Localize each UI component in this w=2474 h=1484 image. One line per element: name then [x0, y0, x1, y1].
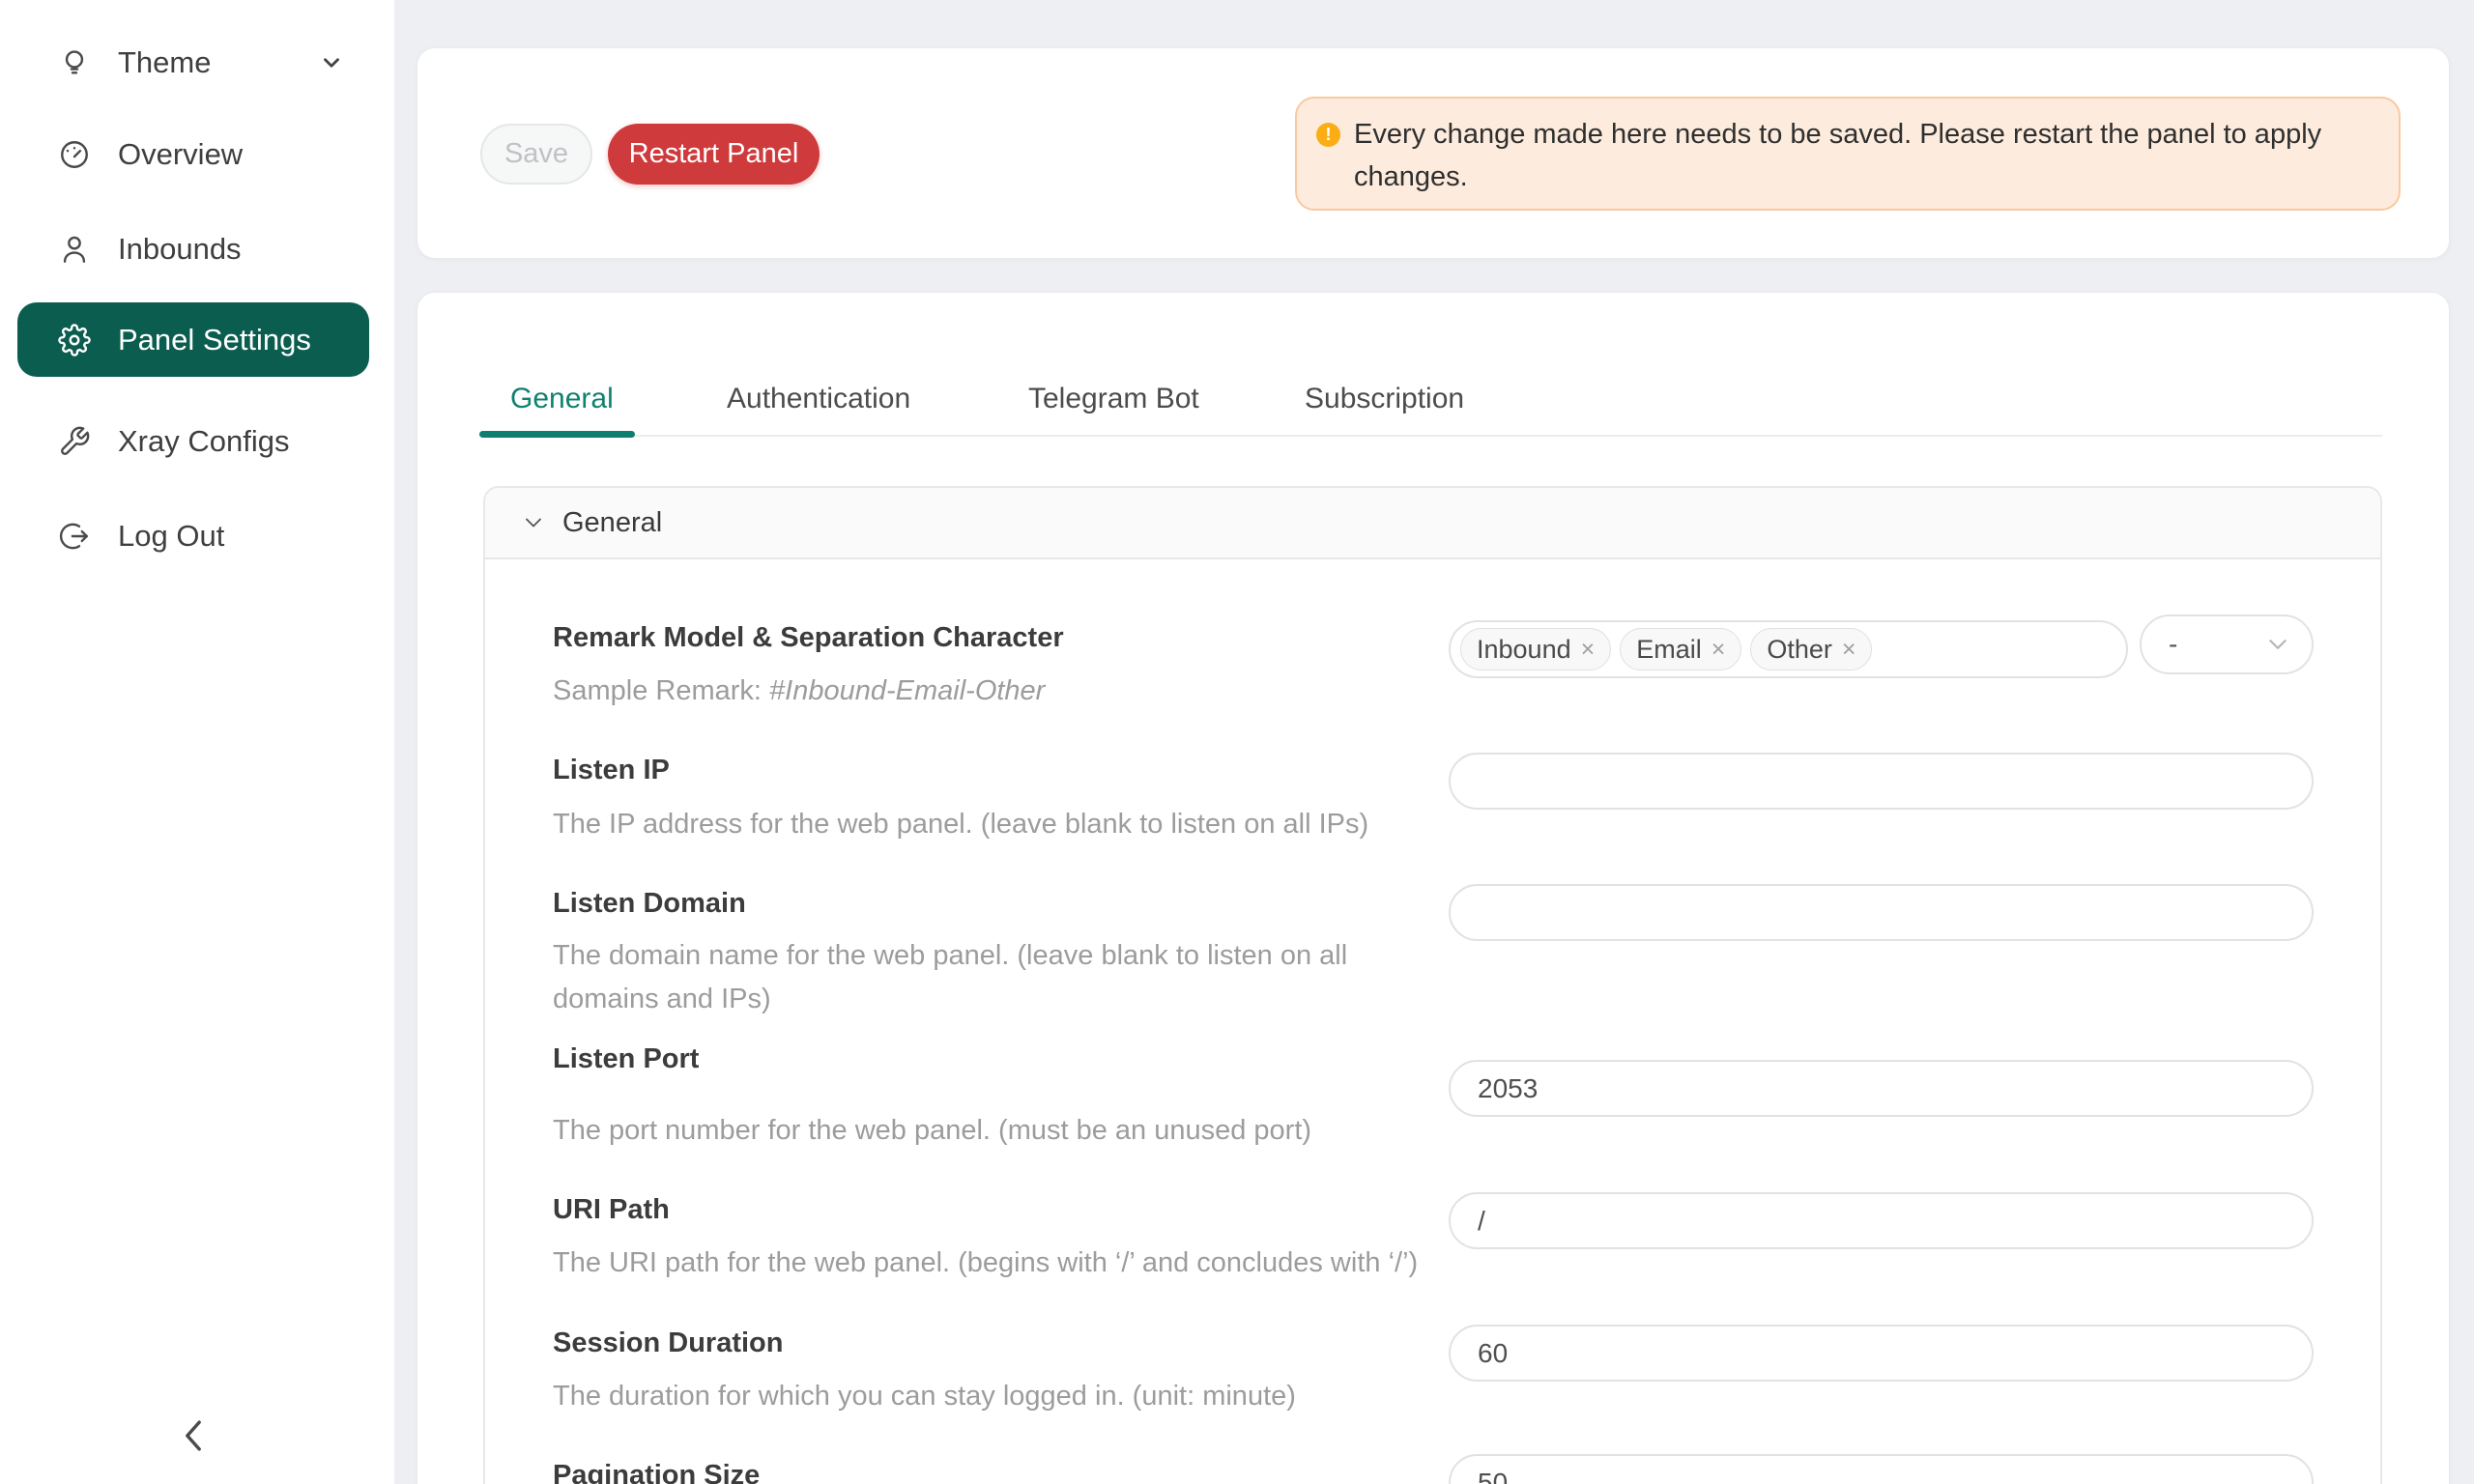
restart-panel-button[interactable]: Restart Panel: [608, 124, 820, 185]
sidebar-item-log-out[interactable]: Log Out: [17, 505, 369, 567]
listen-ip-input[interactable]: [1449, 753, 2314, 810]
separation-character-select[interactable]: -: [2140, 614, 2314, 674]
uri-path-input[interactable]: [1449, 1192, 2314, 1249]
settings-card: General Authentication Telegram Bot Subs…: [417, 293, 2449, 1484]
field-label-uri-path: URI Path: [553, 1190, 670, 1229]
listen-domain-input[interactable]: [1449, 884, 2314, 941]
field-label-session-duration: Session Duration: [553, 1324, 784, 1362]
user-icon: [58, 233, 91, 266]
alert-message: Every change made here needs to be saved…: [1354, 113, 2370, 198]
tab-authentication[interactable]: Authentication: [727, 380, 910, 418]
general-section-panel: General Remark Model & Separation Charac…: [483, 486, 2382, 1484]
sidebar-item-label: Overview: [118, 137, 243, 172]
selected-separator: -: [2169, 629, 2177, 660]
field-label-listen-ip: Listen IP: [553, 751, 670, 789]
sample-remark-prefix: Sample Remark:: [553, 675, 762, 706]
field-label-pagination-size: Pagination Size: [553, 1456, 760, 1484]
sidebar-item-theme[interactable]: Theme: [17, 32, 369, 94]
sidebar-item-label: Panel Settings: [118, 323, 311, 357]
tag-other: Other ×: [1750, 628, 1872, 671]
sidebar-item-xray-configs[interactable]: Xray Configs: [17, 411, 369, 472]
field-desc-session-duration: The duration for which you can stay logg…: [553, 1375, 1296, 1418]
tab-subscription[interactable]: Subscription: [1305, 380, 1464, 418]
active-tab-indicator: [479, 431, 635, 438]
field-label-remark-model: Remark Model & Separation Character: [553, 618, 1064, 657]
warning-exclamation-icon: !: [1316, 123, 1340, 147]
gear-icon: [58, 324, 91, 357]
sidebar-item-label: Log Out: [118, 519, 224, 554]
section-title: General: [562, 507, 662, 539]
sidebar-item-label: Xray Configs: [118, 424, 289, 459]
field-label-listen-domain: Listen Domain: [553, 884, 746, 923]
sidebar-collapse-button[interactable]: [170, 1413, 216, 1459]
sidebar-item-panel-settings[interactable]: Panel Settings: [17, 302, 369, 377]
tag-label: Inbound: [1477, 635, 1571, 665]
pagination-size-input[interactable]: [1449, 1454, 2314, 1484]
toolbar-card: Save Restart Panel ! Every change made h…: [417, 48, 2449, 258]
remark-model-tags-input[interactable]: Inbound × Email × Other ×: [1449, 620, 2128, 678]
session-duration-input[interactable]: [1449, 1325, 2314, 1382]
tag-email: Email ×: [1620, 628, 1741, 671]
sidebar-item-label: Theme: [118, 45, 211, 80]
chevron-down-icon: [2265, 632, 2290, 657]
chevron-down-icon: [522, 511, 545, 534]
tag-inbound: Inbound ×: [1460, 628, 1611, 671]
field-desc-listen-port: The port number for the web panel. (must…: [553, 1109, 1311, 1153]
field-label-listen-port: Listen Port: [553, 1040, 699, 1078]
restart-warning-alert: ! Every change made here needs to be sav…: [1295, 97, 2401, 211]
sample-remark-value: #Inbound-Email-Other: [769, 675, 1045, 706]
logout-icon: [58, 520, 91, 553]
save-button[interactable]: Save: [480, 124, 592, 185]
field-desc-listen-ip: The IP address for the web panel. (leave…: [553, 803, 1368, 846]
tag-remove-icon[interactable]: ×: [1842, 638, 1856, 662]
wrench-icon: [58, 425, 91, 458]
lightbulb-icon: [58, 46, 91, 79]
sidebar-item-label: Inbounds: [118, 232, 242, 267]
tab-telegram-bot[interactable]: Telegram Bot: [1028, 380, 1199, 418]
tab-bar-divider: [483, 435, 2382, 437]
tag-label: Other: [1767, 635, 1832, 665]
tag-label: Email: [1636, 635, 1702, 665]
sidebar-item-inbounds[interactable]: Inbounds: [17, 218, 369, 280]
general-section-header[interactable]: General: [485, 488, 2380, 559]
tag-remove-icon[interactable]: ×: [1712, 638, 1726, 662]
field-desc-uri-path: The URI path for the web panel. (begins …: [553, 1241, 1418, 1285]
tab-general[interactable]: General: [510, 380, 614, 418]
tag-remove-icon[interactable]: ×: [1581, 638, 1596, 662]
field-desc-remark-model: Sample Remark: #Inbound-Email-Other: [553, 670, 1045, 713]
chevron-down-icon: [319, 50, 344, 75]
gauge-icon: [58, 138, 91, 171]
sidebar: Theme Overview Inbounds: [0, 0, 394, 1484]
sidebar-item-overview[interactable]: Overview: [17, 124, 369, 186]
chevron-left-icon: [181, 1419, 206, 1452]
listen-port-input[interactable]: [1449, 1060, 2314, 1117]
field-desc-listen-domain: The domain name for the web panel. (leav…: [553, 934, 1365, 1021]
